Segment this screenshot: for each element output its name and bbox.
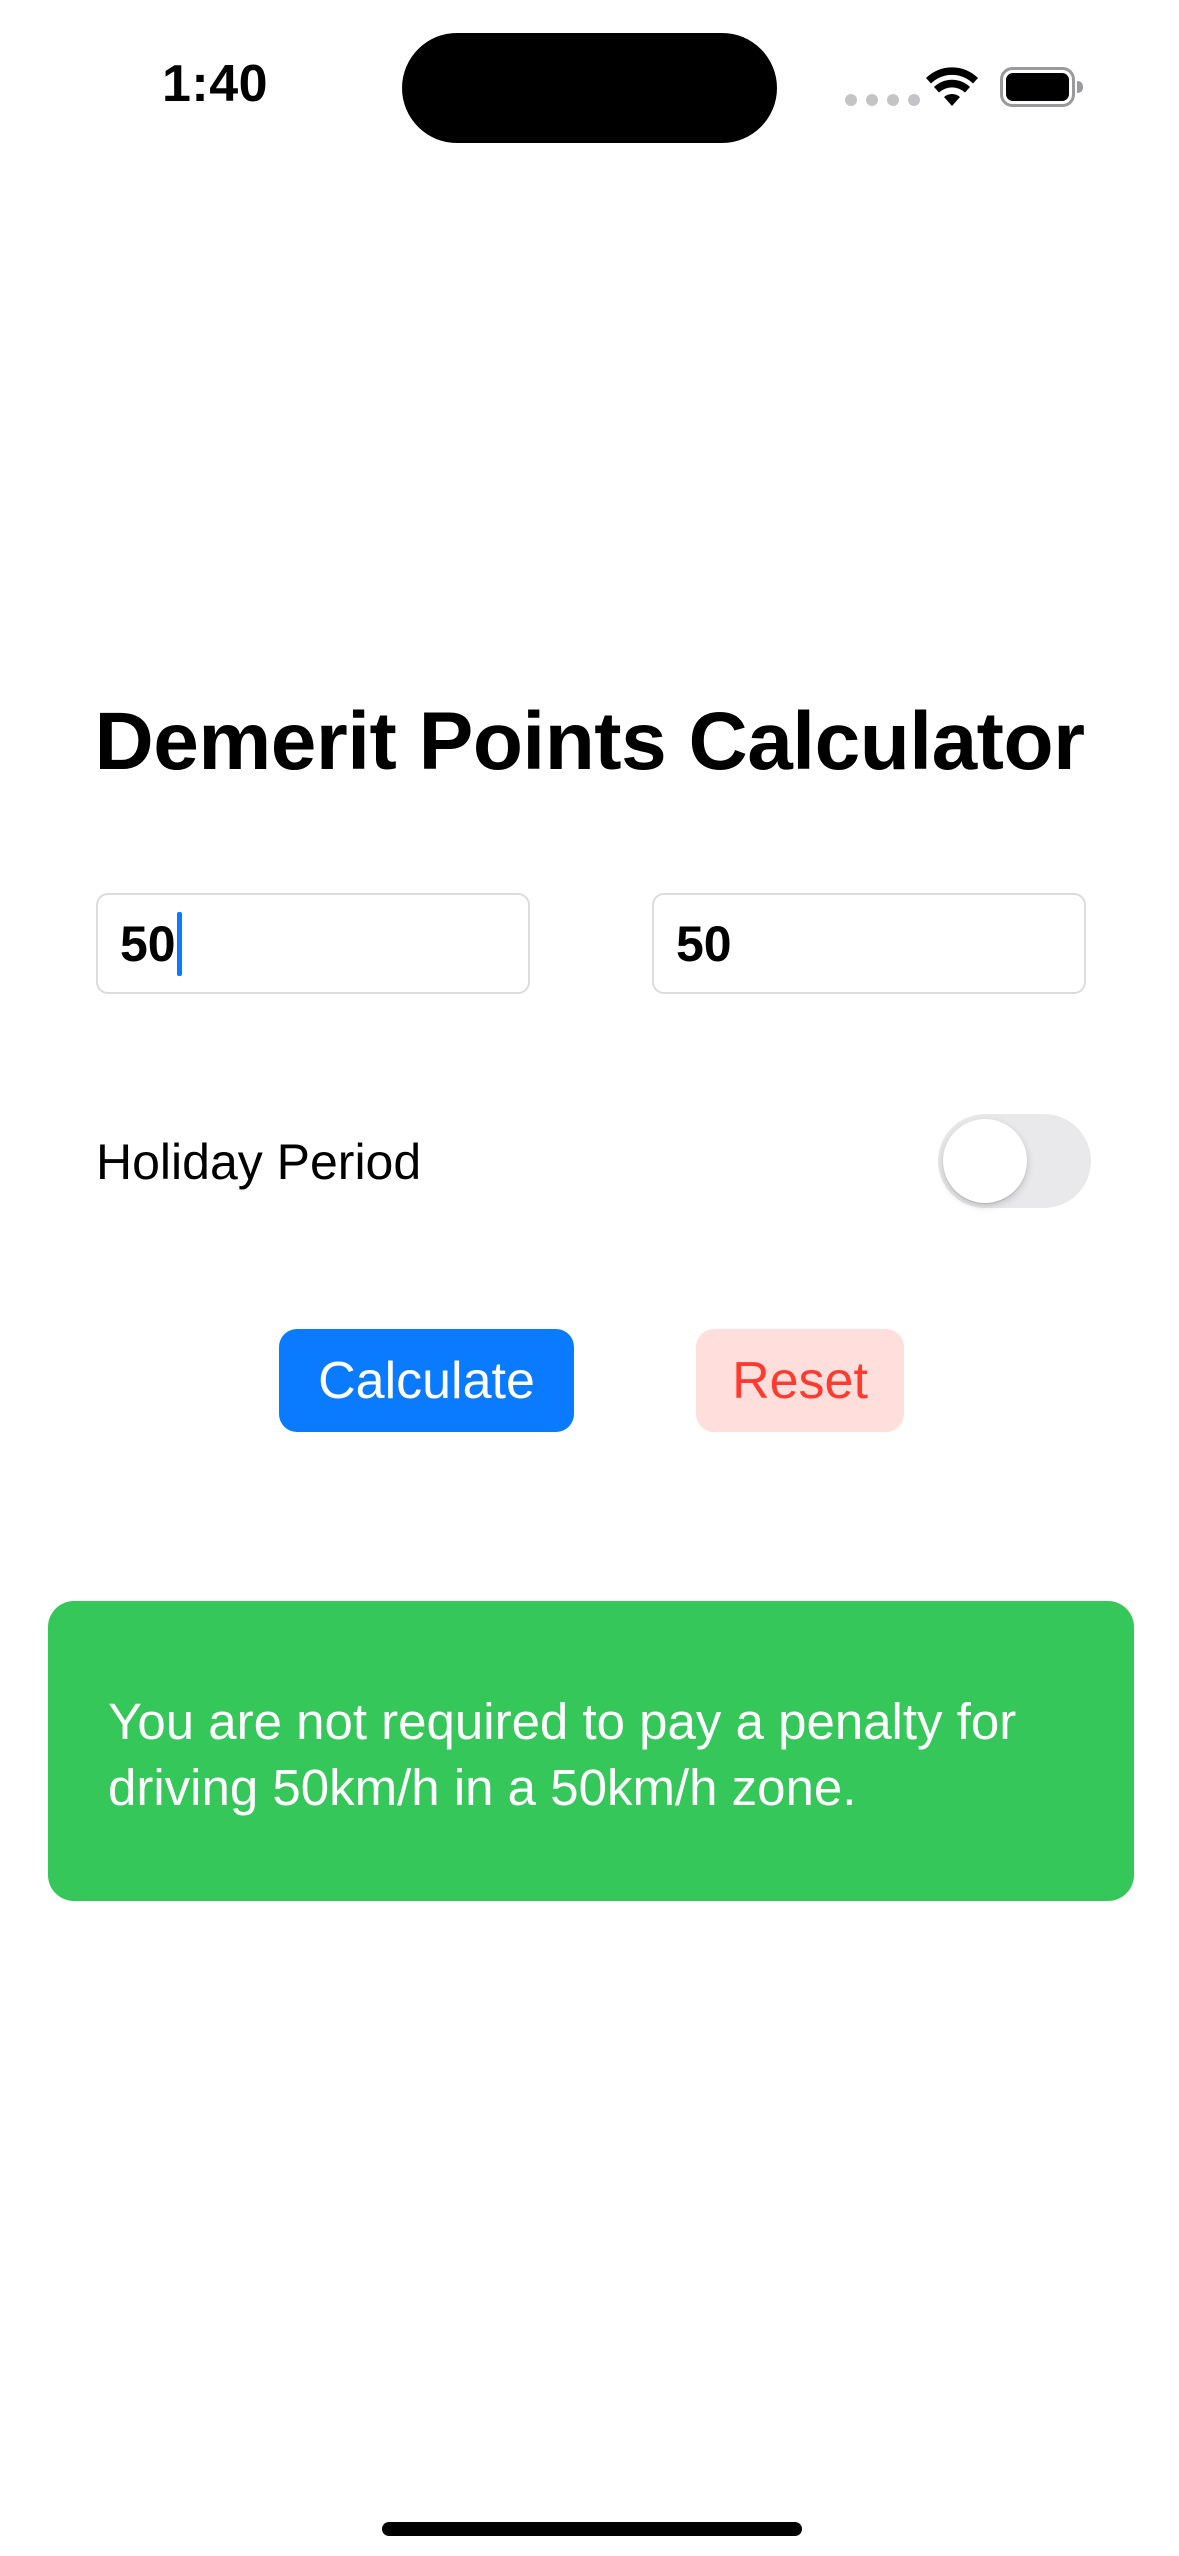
home-indicator[interactable]: [382, 2522, 802, 2536]
speed-limit-input[interactable]: 50: [652, 893, 1086, 994]
holiday-period-label: Holiday Period: [96, 1134, 422, 1190]
wifi-icon: [926, 67, 978, 106]
reset-button[interactable]: Reset: [696, 1329, 904, 1432]
status-time: 1:40: [161, 55, 269, 113]
speed-limit-input-value: 50: [676, 915, 732, 972]
speed-input-value: 50: [120, 915, 176, 972]
holiday-period-toggle[interactable]: [938, 1114, 1091, 1208]
app-screen: 1:40 Demerit Points Calculator 50 50 Hol…: [0, 0, 1179, 2556]
speed-input[interactable]: 50: [96, 893, 530, 994]
page-title: Demerit Points Calculator: [94, 696, 1085, 787]
signal-dots-icon: [845, 94, 920, 106]
battery-icon: [1000, 67, 1083, 107]
text-caret: [176, 911, 182, 976]
result-message: You are not required to pay a penalty fo…: [108, 1693, 1017, 1816]
dynamic-island: [402, 33, 777, 143]
result-card: You are not required to pay a penalty fo…: [48, 1601, 1134, 1901]
toggle-knob: [943, 1119, 1027, 1203]
calculate-button[interactable]: Calculate: [279, 1329, 574, 1432]
